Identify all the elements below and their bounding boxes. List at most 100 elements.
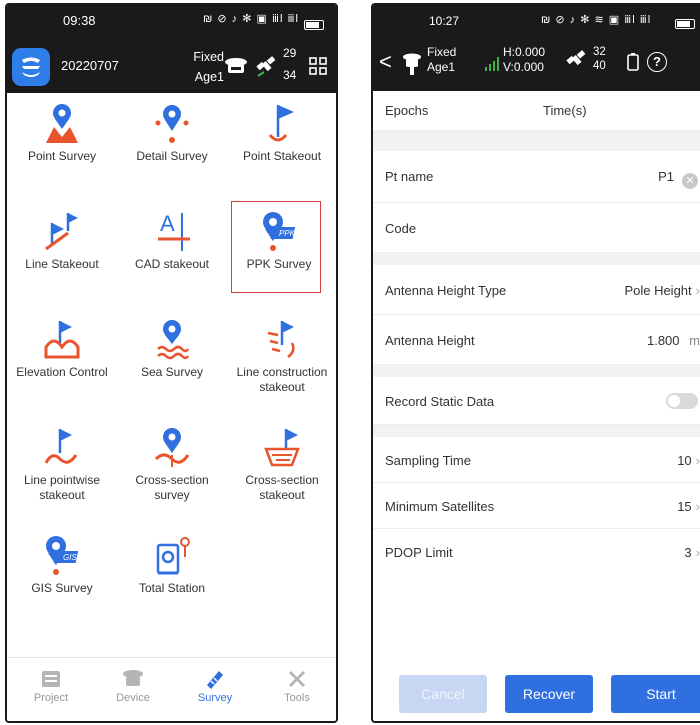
app-logo-icon[interactable] [12, 48, 50, 86]
age-label: Age1 [427, 60, 456, 74]
record-static-toggle[interactable] [666, 393, 698, 412]
line-stakeout-item[interactable]: Line Stakeout [7, 201, 117, 309]
total-station-icon [156, 537, 190, 575]
min-satellites-row[interactable]: Minimum Satellites 15 › [373, 483, 700, 529]
item-label: Sea Survey [140, 365, 204, 379]
nav-survey[interactable]: Survey [175, 666, 255, 704]
gis-survey-icon: GIS [46, 536, 79, 575]
chevron-right-icon: › [695, 545, 700, 560]
item-label: Point Survey [27, 149, 97, 163]
nav-project[interactable]: Project [11, 666, 91, 704]
device-icon [93, 666, 173, 692]
line-pointwise-stakeout-item[interactable]: Line pointwise stakeout [7, 417, 117, 525]
point-survey-item[interactable]: Point Survey [7, 93, 117, 201]
battery-icon [304, 16, 324, 31]
satellite-icon[interactable] [565, 50, 587, 75]
item-label: Line Stakeout [25, 257, 99, 271]
item-label: Line construction stakeout [236, 365, 328, 394]
top-bar: < Fixed Age1 H:0.000 V:0.000 32 40 ? [373, 39, 700, 91]
item-label: GIS Survey [31, 581, 93, 595]
sea-survey-icon [157, 320, 190, 360]
receiver-icon[interactable] [401, 51, 423, 78]
svg-text:PPK: PPK [279, 229, 296, 238]
item-label: Detail Survey [136, 149, 208, 163]
detail-survey-item[interactable]: Detail Survey [117, 93, 227, 201]
back-icon[interactable]: < [379, 51, 392, 73]
cancel-button[interactable]: Cancel [399, 675, 487, 713]
antenna-height-row[interactable]: Antenna Height 1.800 m [373, 315, 700, 365]
status-time: 10:27 [429, 14, 460, 28]
cross-section-stakeout-icon [264, 429, 300, 467]
svg-text:GIS: GIS [63, 553, 77, 562]
ppk-survey-item[interactable]: PPK PPK Survey [227, 201, 336, 309]
ppk-survey-icon: PPK [263, 212, 296, 251]
cad-stakeout-icon: A [158, 211, 190, 251]
sats-used: 29 [283, 46, 297, 60]
antenna-height-input[interactable]: 1.800 [647, 333, 680, 348]
recover-button[interactable]: Recover [505, 675, 593, 713]
elevation-control-icon [44, 321, 80, 359]
pdop-label: PDOP Limit [385, 545, 453, 560]
sats-visible: 40 [593, 60, 606, 72]
nav-label: Survey [197, 692, 233, 704]
nav-label: Device [116, 692, 150, 704]
chevron-right-icon: › [695, 283, 700, 298]
survey-icon [175, 666, 255, 692]
ppk-survey-screen: 10:27 ₪ ⊘ ♪ ✻ ≋ ▣ ⅲl ⅲl < Fixed Age1 H:0… [371, 3, 700, 723]
epochs-row: Epochs Time(s) [373, 91, 700, 131]
nav-label: Project [33, 692, 69, 704]
pdop-value[interactable]: 3 [684, 545, 691, 560]
antenna-type-value[interactable]: Pole Height [624, 283, 691, 298]
project-icon [11, 666, 91, 692]
grid-menu-icon[interactable] [309, 57, 327, 80]
status-icons: ₪ ⊘ ♪ ✻ ▣ ⅲl ⅲl [203, 13, 299, 25]
tools-icon [257, 666, 336, 692]
clear-icon[interactable]: ✕ [682, 173, 698, 189]
antenna-height-type-row[interactable]: Antenna Height Type Pole Height › [373, 265, 700, 315]
status-time: 09:38 [63, 13, 96, 28]
age-label: Age1 [194, 70, 224, 84]
gis-survey-item[interactable]: GIS GIS Survey [7, 525, 117, 633]
nav-tools[interactable]: Tools [257, 666, 336, 704]
sampling-value[interactable]: 10 [677, 453, 691, 468]
satellite-icon[interactable] [255, 56, 277, 83]
help-icon[interactable]: ? [647, 52, 667, 72]
line-construction-stakeout-item[interactable]: Line construction stakeout [227, 309, 336, 417]
line-stakeout-icon [45, 213, 78, 251]
nav-device[interactable]: Device [93, 666, 173, 704]
top-bar: 20220707 Fixed Age1 29 34 [7, 39, 336, 93]
receiver-icon[interactable] [223, 55, 249, 84]
signal-icon [485, 57, 499, 74]
pt-name-row[interactable]: Pt name P1 ✕ [373, 151, 700, 203]
point-stakeout-item[interactable]: Point Stakeout [227, 93, 336, 201]
antenna-height-unit: m [689, 333, 700, 348]
v-precision: V:0.000 [503, 60, 544, 74]
code-row[interactable]: Code [373, 203, 700, 253]
cad-stakeout-item[interactable]: A CAD stakeout [117, 201, 227, 309]
sea-survey-item[interactable]: Sea Survey [117, 309, 227, 417]
h-precision: H:0.000 [503, 45, 546, 59]
antenna-height-label: Antenna Height [385, 333, 475, 348]
hv-precision: H:0.000 V:0.000 [503, 45, 545, 75]
pt-name-input[interactable]: P1 [658, 169, 674, 184]
epochs-label: Epochs [385, 103, 429, 118]
total-station-item[interactable]: Total Station [117, 525, 227, 633]
point-stakeout-icon [268, 105, 294, 142]
bottom-navigation: Project Device Survey Tools [7, 657, 336, 721]
item-label: PPK Survey [246, 257, 312, 271]
minsat-value[interactable]: 15 [677, 499, 691, 514]
pdop-limit-row[interactable]: PDOP Limit 3 › [373, 529, 700, 575]
elevation-control-item[interactable]: Elevation Control [7, 309, 117, 417]
time-label: Time(s) [543, 103, 587, 118]
chevron-right-icon: › [695, 453, 700, 468]
cross-section-stakeout-item[interactable]: Cross-section stakeout [227, 417, 336, 525]
cross-section-survey-item[interactable]: Cross-section survey [117, 417, 227, 525]
satellite-count: 32 40 [593, 45, 606, 73]
project-name[interactable]: 20220707 [61, 58, 119, 73]
line-construction-stakeout-icon [267, 321, 295, 358]
sampling-label: Sampling Time [385, 453, 471, 468]
item-label: Elevation Control [16, 365, 108, 379]
start-button[interactable]: Start [611, 675, 700, 713]
sampling-time-row[interactable]: Sampling Time 10 › [373, 437, 700, 483]
cross-section-survey-icon [154, 428, 190, 467]
